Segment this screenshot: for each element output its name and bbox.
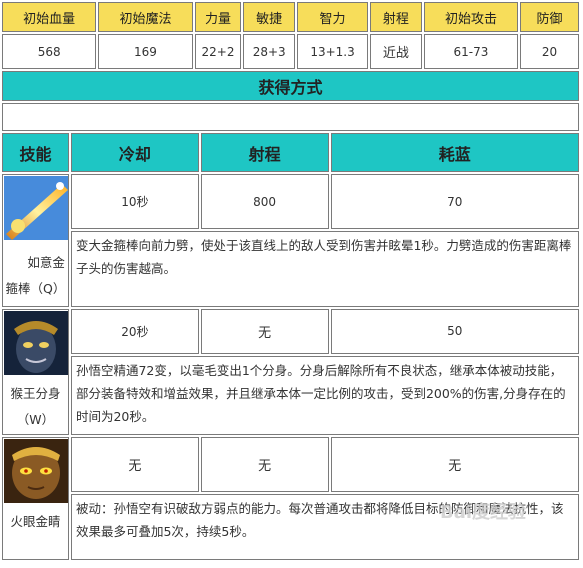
skills-table: 技能 冷却 射程 耗蓝 如意金 箍棒（Q） 10秒 800 70 变大金箍棒向前… bbox=[0, 131, 581, 562]
skill-mana: 50 bbox=[330, 309, 579, 354]
skills-header-row: 技能 冷却 射程 耗蓝 bbox=[2, 133, 579, 172]
stat-header: 智力 bbox=[297, 2, 369, 32]
skill-name-cell: 猴王分身 （W） bbox=[2, 309, 69, 435]
skill-range: 无 bbox=[200, 437, 329, 492]
range-column-header: 射程 bbox=[200, 133, 329, 172]
stat-value: 28+3 bbox=[243, 34, 296, 69]
monkey-king-clone-icon bbox=[4, 311, 68, 375]
skill-mana: 无 bbox=[330, 437, 579, 492]
hero-stats-table: 初始血量 初始魔法 力量 敏捷 智力 射程 初始攻击 防御 568 169 22… bbox=[0, 0, 581, 71]
stat-value: 13+1.3 bbox=[297, 34, 369, 69]
acquire-title: 获得方式 bbox=[2, 71, 579, 101]
skill-row: 火眼金睛 无 无 无 bbox=[2, 437, 579, 560]
stat-header: 防御 bbox=[520, 2, 579, 32]
skill-name-cell: 如意金 箍棒（Q） bbox=[2, 174, 69, 307]
skill-row: 猴王分身 （W） 20秒 无 50 bbox=[2, 309, 579, 435]
mana-column-header: 耗蓝 bbox=[330, 133, 579, 172]
skill-description: 被动：孙悟空有识破敌方弱点的能力。每次普通攻击都将降低目标的防御和魔法抗性，该效… bbox=[70, 494, 579, 560]
acquire-title-row: 获得方式 bbox=[2, 71, 579, 101]
stat-value: 近战 bbox=[370, 34, 422, 69]
skill-key: 箍棒（Q） bbox=[5, 281, 66, 296]
stat-header: 敏捷 bbox=[243, 2, 296, 32]
skill-description-row: 孙悟空精通72变，以毫毛变出1个分身。分身后解除所有不良状态，继承本体被动技能，… bbox=[2, 355, 579, 435]
skill-cooldown: 无 bbox=[70, 437, 199, 492]
skill-range: 无 bbox=[200, 309, 329, 354]
stat-value: 22+2 bbox=[194, 34, 242, 69]
skill-description: 孙悟空精通72变，以毫毛变出1个分身。分身后解除所有不良状态，继承本体被动技能，… bbox=[70, 355, 579, 435]
skill-key: （W） bbox=[16, 412, 55, 427]
skill-name-cell: 火眼金睛 bbox=[2, 437, 69, 560]
stats-value-row: 568 169 22+2 28+3 13+1.3 近战 61-73 20 bbox=[2, 34, 579, 69]
stat-header: 射程 bbox=[370, 2, 422, 32]
stat-header: 初始攻击 bbox=[423, 2, 519, 32]
golden-staff-icon bbox=[4, 176, 68, 240]
acquire-table: 获得方式 bbox=[0, 69, 581, 133]
skill-name: 猴王分身 bbox=[10, 386, 61, 401]
skill-description-row: 被动：孙悟空有识破敌方弱点的能力。每次普通攻击都将降低目标的防御和魔法抗性，该效… bbox=[2, 494, 579, 560]
stats-header-row: 初始血量 初始魔法 力量 敏捷 智力 射程 初始攻击 防御 bbox=[2, 2, 579, 32]
stat-header: 初始血量 bbox=[2, 2, 97, 32]
acquire-content-row bbox=[2, 103, 579, 131]
stat-value: 20 bbox=[520, 34, 579, 69]
skill-range: 800 bbox=[200, 174, 329, 229]
skill-description-row: 变大金箍棒向前力劈，使处于该直线上的敌人受到伤害并眩晕1秒。力劈造成的伤害距离棒… bbox=[2, 231, 579, 307]
stat-value: 568 bbox=[2, 34, 97, 69]
skill-cooldown: 10秒 bbox=[70, 174, 199, 229]
skill-column-header: 技能 bbox=[2, 133, 69, 172]
skill-cooldown: 20秒 bbox=[70, 309, 199, 354]
stat-value: 169 bbox=[98, 34, 193, 69]
stat-value: 61-73 bbox=[423, 34, 519, 69]
skill-row: 如意金 箍棒（Q） 10秒 800 70 bbox=[2, 174, 579, 307]
skill-name: 火眼金睛 bbox=[10, 514, 61, 529]
acquire-content bbox=[2, 103, 579, 131]
stat-header: 力量 bbox=[194, 2, 242, 32]
stat-header: 初始魔法 bbox=[98, 2, 193, 32]
cooldown-column-header: 冷却 bbox=[70, 133, 199, 172]
fiery-eyes-icon bbox=[4, 439, 68, 503]
skill-name: 如意金 bbox=[27, 255, 65, 270]
skill-mana: 70 bbox=[330, 174, 579, 229]
skill-description: 变大金箍棒向前力劈，使处于该直线上的敌人受到伤害并眩晕1秒。力劈造成的伤害距离棒… bbox=[70, 231, 579, 307]
